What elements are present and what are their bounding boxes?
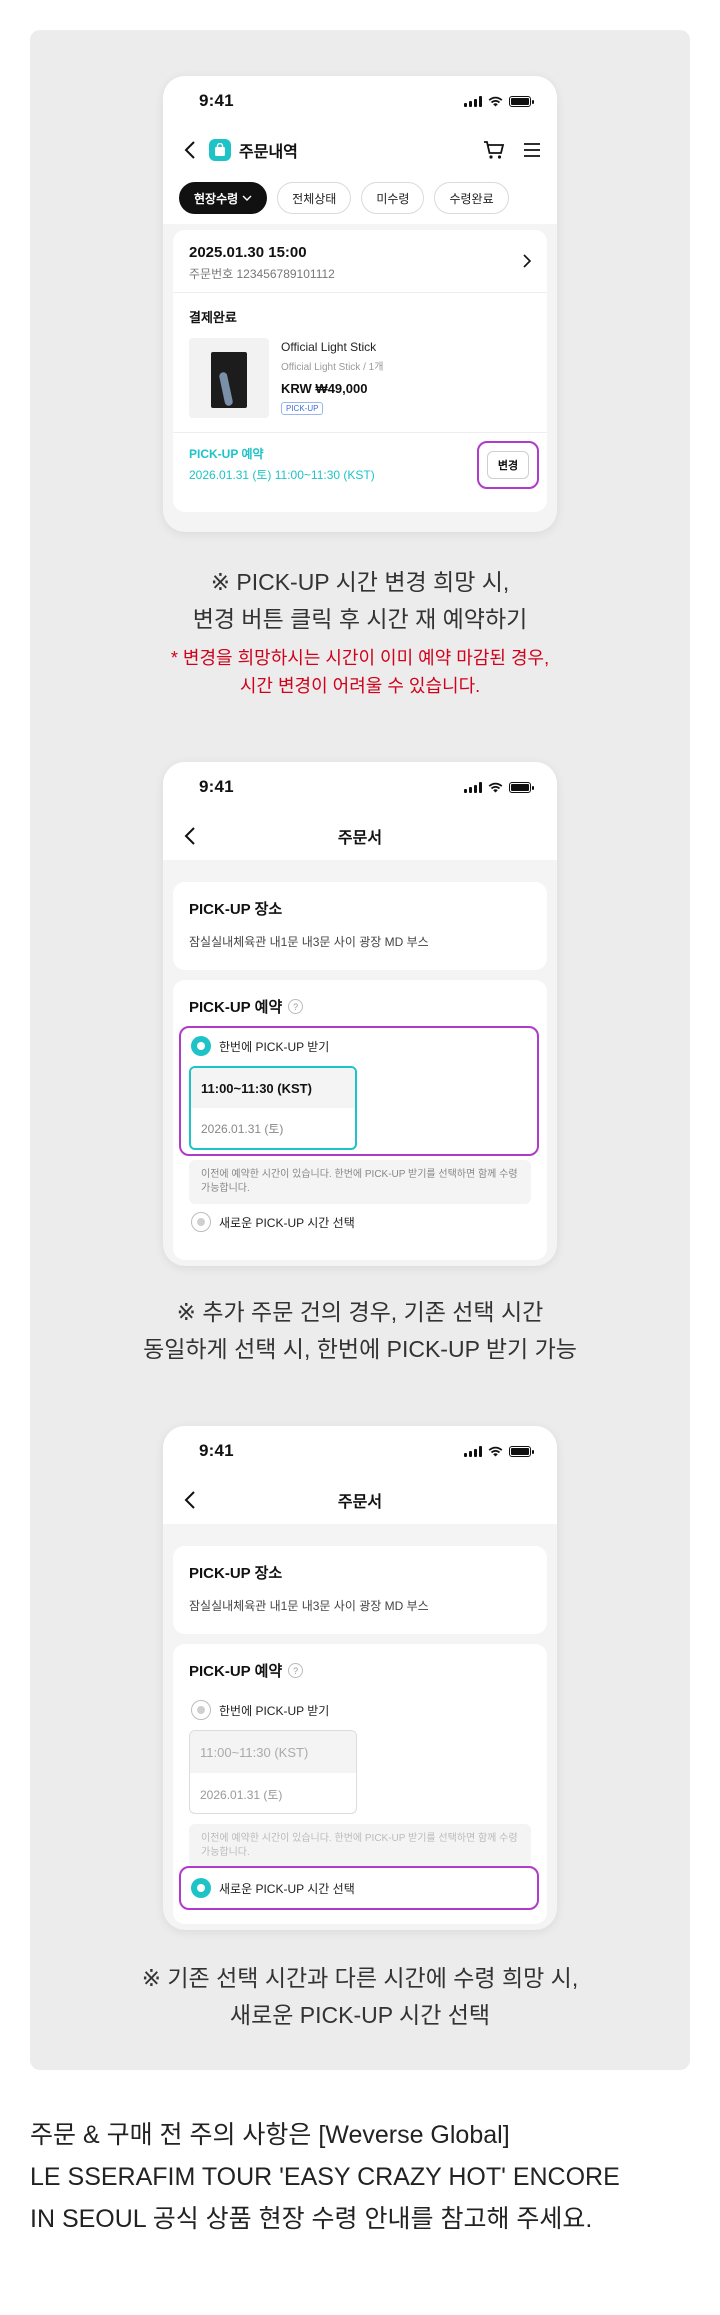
order-datetime: 2025.01.30 15:00: [189, 244, 307, 261]
pickup-reserve-card: PICK-UP 예약 ? 한번에 PICK-UP 받기 11:00~11:30 …: [173, 1644, 547, 1924]
status-bar: 9:41: [163, 762, 557, 812]
change-highlight: 변경: [477, 441, 539, 489]
filter-chip-label: 현장수령: [194, 191, 239, 206]
cart-icon[interactable]: [483, 140, 505, 160]
product-option: Official Light Stick / 1개: [281, 362, 384, 373]
phone-order-sheet-same: 9:41 주문서 PICK-UP 장소 잠실실내체육관 내1문 내3문 사이 광…: [163, 762, 557, 1266]
page-title: 주문서: [337, 1494, 383, 1511]
option-new-pickup[interactable]: 새로운 PICK-UP 시간 선택: [191, 1212, 355, 1232]
time-slot-date: 2026.01.31 (토): [200, 1787, 283, 1802]
caption-line: 새로운 PICK-UP 시간 선택: [229, 2002, 491, 2028]
wifi-icon: [488, 96, 503, 106]
caption-change-time: ※ PICK-UP 시간 변경 희망 시, 변경 버튼 클릭 후 시간 재 예약…: [30, 564, 690, 638]
order-header[interactable]: 2025.01.30 15:00 주문번호 123456789101112: [173, 230, 547, 292]
signal-icon: [464, 95, 482, 107]
warning-line: 시간 변경이 어려울 수 있습니다.: [239, 676, 481, 696]
status-bar: 9:41: [163, 1426, 557, 1476]
phone-order-history: 9:41 주문내역 현장수령 전체상태 미수령 수령완료 2025.01.30 …: [163, 76, 557, 532]
caption-line: ※ 기존 선택 시간과 다른 시간에 수령 희망 시,: [141, 1965, 579, 1991]
app-bar: 주문서: [163, 812, 557, 860]
option-same-pickup[interactable]: 한번에 PICK-UP 받기: [191, 1036, 329, 1056]
pickup-reserve-title: PICK-UP 예약: [189, 999, 283, 1016]
shopping-bag-icon: [209, 139, 231, 161]
filter-chip-onsite[interactable]: 현장수령: [179, 182, 268, 214]
filter-chip-all[interactable]: 전체상태: [277, 182, 352, 214]
warning-line: * 변경을 희망하시는 시간이 이미 예약 마감된 경우,: [170, 648, 550, 668]
status-time: 9:41: [199, 91, 234, 110]
footer-line: IN SEOUL 공식 상품 현장 수령 안내를 참고해 주세요.: [30, 2205, 593, 2233]
filter-chip-not-received[interactable]: 미수령: [361, 182, 425, 214]
option-new-pickup-label: 새로운 PICK-UP 시간 선택: [219, 1215, 355, 1230]
option-same-pickup-label: 한번에 PICK-UP 받기: [219, 1039, 330, 1054]
caption-line: ※ PICK-UP 시간 변경 희망 시,: [210, 569, 510, 595]
option-new-pickup[interactable]: 새로운 PICK-UP 시간 선택: [191, 1878, 355, 1898]
radio-selected-icon: [191, 1878, 211, 1898]
menu-icon[interactable]: [523, 142, 541, 158]
radio-unselected-icon: [191, 1700, 211, 1720]
order-number: 주문번호 123456789101112: [189, 267, 335, 281]
caption-new-pickup: ※ 기존 선택 시간과 다른 시간에 수령 희망 시, 새로운 PICK-UP …: [30, 1960, 690, 2034]
filter-chip-received[interactable]: 수령완료: [434, 182, 509, 214]
order-status: 결제완료: [189, 310, 237, 325]
time-slot: 11:00~11:30 (KST) 2026.01.31 (토): [189, 1730, 357, 1814]
time-slot[interactable]: 11:00~11:30 (KST) 2026.01.31 (토): [189, 1066, 357, 1150]
caption-line: ※ 추가 주문 건의 경우, 기존 선택 시간: [176, 1299, 544, 1325]
back-arrow-icon[interactable]: [179, 825, 201, 847]
option-same-pickup[interactable]: 한번에 PICK-UP 받기: [191, 1700, 329, 1720]
time-slot-time: 11:00~11:30 (KST): [190, 1731, 356, 1773]
pickup-place-title: PICK-UP 장소: [189, 1565, 283, 1582]
pickup-badge: PICK-UP: [281, 402, 324, 415]
option-same-pickup-label: 한번에 PICK-UP 받기: [219, 1703, 330, 1718]
battery-icon: [509, 95, 534, 107]
back-arrow-icon[interactable]: [179, 1489, 201, 1511]
signal-icon: [464, 1445, 482, 1457]
time-slot-date: 2026.01.31 (토): [201, 1121, 284, 1136]
pickup-place-value: 잠실실내체육관 내1문 내3문 사이 광장 MD 부스: [189, 1599, 429, 1613]
app-bar: 주문서: [163, 1476, 557, 1524]
filter-chips: 현장수령 전체상태 미수령 수령완료: [163, 174, 557, 224]
app-bar: 주문내역: [163, 126, 557, 174]
page-title: 주문서: [337, 830, 383, 847]
product-price: KRW ₩49,000: [281, 381, 368, 396]
order-card: 2025.01.30 15:00 주문번호 123456789101112 결제…: [173, 230, 547, 512]
caption-line: 동일하게 선택 시, 한번에 PICK-UP 받기 가능: [143, 1336, 577, 1362]
radio-unselected-icon: [191, 1212, 211, 1232]
product-name: Official Light Stick: [281, 340, 377, 354]
chevron-down-icon: [242, 195, 252, 201]
pickup-place-card: PICK-UP 장소 잠실실내체육관 내1문 내3문 사이 광장 MD 부스: [173, 1546, 547, 1634]
battery-icon: [509, 1445, 534, 1457]
help-icon[interactable]: ?: [288, 999, 304, 1014]
status-time: 9:41: [199, 777, 234, 796]
pickup-place-card: PICK-UP 장소 잠실실내체육관 내1문 내3문 사이 광장 MD 부스: [173, 882, 547, 970]
pickup-place-value: 잠실실내체육관 내1문 내3문 사이 광장 MD 부스: [189, 935, 429, 949]
product-thumbnail: [189, 338, 269, 418]
footer-line: LE SSERAFIM TOUR 'EASY CRAZY HOT' ENCORE: [30, 2163, 620, 2191]
wifi-icon: [488, 782, 503, 792]
option-new-pickup-label: 새로운 PICK-UP 시간 선택: [219, 1881, 355, 1896]
caption-same-pickup: ※ 추가 주문 건의 경우, 기존 선택 시간 동일하게 선택 시, 한번에 P…: [30, 1294, 690, 1368]
signal-icon: [464, 781, 482, 793]
warning-text: * 변경을 희망하시는 시간이 이미 예약 마감된 경우, 시간 변경이 어려울…: [30, 644, 690, 700]
wifi-icon: [488, 1446, 503, 1456]
pickup-place-title: PICK-UP 장소: [189, 901, 283, 918]
notice-box: 이전에 예약한 시간이 있습니다. 한번에 PICK-UP 받기를 선택하면 함…: [189, 1824, 531, 1868]
time-slot-time: 11:00~11:30 (KST): [191, 1068, 355, 1108]
chevron-right-icon: [523, 254, 531, 268]
pickup-reserve-title: PICK-UP 예약: [189, 1663, 283, 1680]
footer-line: 주문 & 구매 전 주의 사항은 [Weverse Global]: [30, 2121, 510, 2149]
caption-line: 변경 버튼 클릭 후 시간 재 예약하기: [192, 606, 528, 632]
help-icon[interactable]: ?: [288, 1663, 304, 1678]
radio-selected-icon: [191, 1036, 211, 1056]
notice-box: 이전에 예약한 시간이 있습니다. 한번에 PICK-UP 받기를 선택하면 함…: [189, 1160, 531, 1204]
status-time: 9:41: [199, 1441, 234, 1460]
footer-notice: 주문 & 구매 전 주의 사항은 [Weverse Global] LE SSE…: [30, 2114, 690, 2240]
page-title: 주문내역: [239, 144, 298, 161]
status-bar: 9:41: [163, 76, 557, 126]
phone-order-sheet-new: 9:41 주문서 PICK-UP 장소 잠실실내체육관 내1문 내3문 사이 광…: [163, 1426, 557, 1930]
battery-icon: [509, 781, 534, 793]
back-arrow-icon[interactable]: [179, 139, 201, 161]
change-button[interactable]: 변경: [487, 451, 529, 479]
pickup-reserve-card: PICK-UP 예약 ? 한번에 PICK-UP 받기 11:00~11:30 …: [173, 980, 547, 1260]
